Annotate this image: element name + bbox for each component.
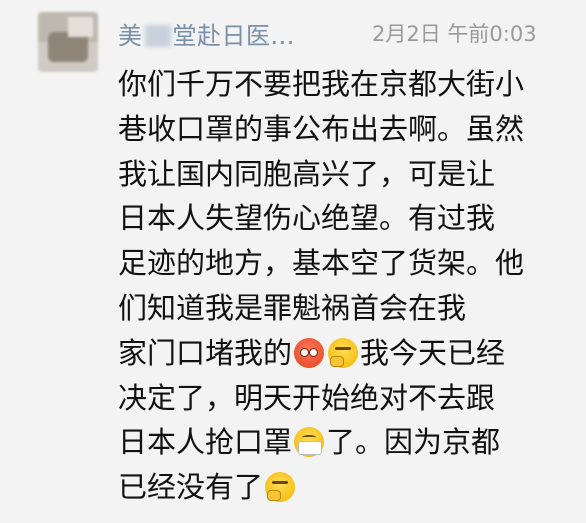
timestamp: 2月2日 午前0:03: [372, 22, 537, 46]
sender-name-end: 堂赴日医...: [172, 22, 295, 50]
message-line: 巷收口罩的事公布出去啊。虽然: [118, 111, 525, 146]
message-line-with-emoji: 已经没有了: [118, 465, 582, 510]
thinking-emoji-icon: [265, 472, 296, 503]
message-line: 决定了，明天开始绝对不去跟: [118, 380, 496, 415]
mask-emoji-icon: [294, 427, 325, 458]
message-line: 你们千万不要把我在京都大街小: [118, 67, 525, 101]
message-line: 们知道我是罪魁祸首会在我: [118, 290, 467, 325]
message-line: 日本人失望伤心绝望。有过我: [118, 201, 496, 236]
angry-emoji-icon: [294, 337, 325, 368]
message-segment: 家门口堵我的: [118, 335, 293, 370]
message-line: 足迹的地方，基本空了货架。他: [118, 246, 525, 281]
sender-name-start: 美: [118, 22, 143, 50]
message-line: 我让国内同胞高兴了，可是让: [118, 156, 496, 191]
message-line-with-emoji: 日本人抢口罩 了。因为京都: [118, 420, 582, 465]
message-segment: 我今天已经: [360, 335, 506, 370]
message-text: 你们千万不要把我在京都大街小 巷收口罩的事公布出去啊。虽然 我让国内同胞高兴了，…: [118, 62, 582, 510]
avatar[interactable]: [38, 12, 98, 72]
sender-name[interactable]: 美 堂赴日医...: [118, 16, 295, 51]
message-card: 美 堂赴日医... 2月2日 午前0:03 你们千万不要把我在京都大街小 巷收口罩…: [0, 0, 586, 523]
thinking-emoji-icon: [328, 337, 359, 368]
redacted-mark: [144, 25, 171, 47]
message-line-with-emoji: 家门口堵我的 我今天已经: [118, 331, 582, 376]
message-segment: 已经没有了: [118, 470, 264, 505]
message-segment: 了。因为京都: [326, 425, 501, 460]
message-segment: 日本人抢口罩: [118, 425, 293, 460]
